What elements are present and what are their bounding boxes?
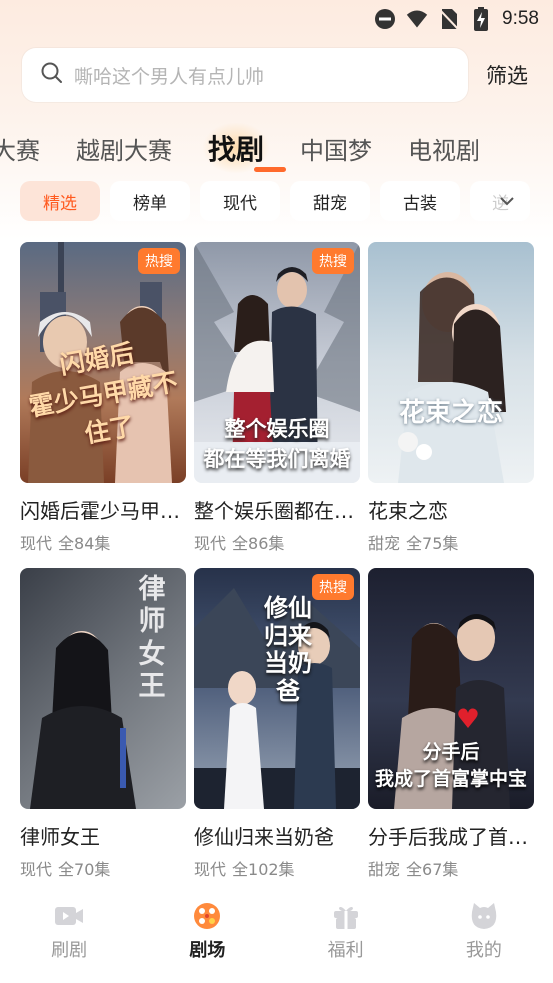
drama-card[interactable]: 整个娱乐圈 都在等我们离婚 热搜 整个娱乐圈都在… 现代 全86集 — [194, 242, 360, 554]
chip-modern[interactable]: 现代 — [200, 181, 280, 221]
poster-title-art: 花束之恋 — [398, 398, 503, 428]
hot-badge: 热搜 — [312, 248, 354, 274]
nav-profile[interactable]: 我的 — [434, 900, 534, 983]
nav-theater[interactable]: 剧场 — [157, 900, 257, 983]
filter-button[interactable]: 筛选 — [486, 60, 528, 90]
drama-episodes: 全86集 — [232, 534, 285, 553]
drama-poster: 律师女王 — [20, 568, 186, 809]
wifi-icon — [406, 8, 428, 30]
drama-meta: 甜宠 全75集 — [368, 530, 534, 554]
drama-genre: 现代 — [20, 860, 53, 879]
bottom-nav: 刷剧 剧场 福利 我的 — [0, 882, 553, 983]
drama-meta: 现代 全84集 — [20, 530, 186, 554]
active-tab-indicator — [254, 167, 286, 172]
theater-icon — [191, 900, 223, 932]
drama-title: 分手后我成了首… — [368, 825, 528, 849]
chip-featured[interactable]: 精选 — [20, 181, 100, 221]
chip-ranking[interactable]: 榜单 — [110, 181, 190, 221]
tab-tv-series[interactable]: 电视剧 — [408, 131, 480, 166]
nav-rewards[interactable]: 福利 — [296, 900, 396, 983]
tab-find-drama[interactable]: 找剧 — [201, 122, 271, 174]
drama-grid: 闪婚后 霍少马甲藏不住了 热搜 闪婚后霍少马甲… 现代 全84集 整个娱乐圈 都在等我… — [20, 242, 534, 880]
drama-meta: 现代 全102集 — [194, 856, 360, 880]
profile-icon — [468, 900, 500, 932]
status-bar: 9:58 — [0, 0, 553, 38]
drama-meta: 甜宠 全67集 — [368, 856, 534, 880]
drama-poster: 花束之恋 — [368, 242, 534, 483]
nav-label: 剧场 — [189, 940, 226, 961]
drama-card[interactable]: 分手后 我成了首富掌中宝 分手后我成了首… 甜宠 全67集 — [368, 568, 534, 880]
poster-title-art: 修仙 归来 当奶爸 — [264, 593, 312, 705]
search-input[interactable]: 嘶哈这个男人有点儿帅 — [22, 48, 468, 102]
drama-title: 修仙归来当奶爸 — [194, 825, 334, 849]
search-placeholder: 嘶哈这个男人有点儿帅 — [74, 65, 265, 88]
drama-card[interactable]: 修仙 归来 当奶爸 热搜 修仙归来当奶爸 现代 全102集 — [194, 568, 360, 880]
drama-genre: 现代 — [194, 860, 227, 879]
tab-yueju-contest[interactable]: 越剧大赛 — [76, 131, 172, 166]
genre-chips: 精选 榜单 现代 甜宠 古装 逆 — [20, 181, 553, 221]
do-not-disturb-icon — [374, 8, 396, 30]
drama-genre: 现代 — [20, 534, 53, 553]
clock: 9:58 — [502, 8, 539, 29]
drama-poster: 整个娱乐圈 都在等我们离婚 热搜 — [194, 242, 360, 483]
tab-contest[interactable]: 大赛 — [0, 131, 40, 166]
nav-label: 福利 — [327, 940, 364, 961]
battery-charging-icon — [470, 7, 492, 31]
drama-meta: 现代 全70集 — [20, 856, 186, 880]
video-icon — [53, 900, 85, 932]
chip-romance[interactable]: 甜宠 — [290, 181, 370, 221]
hot-badge: 热搜 — [312, 574, 354, 600]
poster-title-art: 律师女王 — [138, 574, 166, 703]
nav-label: 我的 — [465, 940, 502, 961]
drama-title: 花束之恋 — [368, 499, 448, 523]
no-sim-icon — [438, 8, 460, 30]
drama-title: 闪婚后霍少马甲… — [20, 499, 180, 523]
nav-label: 刷剧 — [51, 940, 88, 961]
drama-poster: 修仙 归来 当奶爸 热搜 — [194, 568, 360, 809]
tab-china-dream[interactable]: 中国梦 — [300, 131, 372, 166]
search-row: 嘶哈这个男人有点儿帅 筛选 — [22, 48, 535, 102]
drama-episodes: 全84集 — [58, 534, 111, 553]
chip-more[interactable]: 逆 — [470, 181, 530, 221]
poster-title-art: 整个娱乐圈 都在等我们离婚 — [203, 416, 351, 471]
nav-watch[interactable]: 刷剧 — [19, 900, 119, 983]
poster-title-art: 分手后 我成了首富掌中宝 — [374, 741, 527, 790]
hot-badge: 热搜 — [138, 248, 180, 274]
drama-card[interactable]: 花束之恋 花束之恋 甜宠 全75集 — [368, 242, 534, 554]
drama-genre: 甜宠 — [368, 860, 401, 879]
drama-meta: 现代 全86集 — [194, 530, 360, 554]
chevron-down-icon — [498, 192, 516, 215]
drama-episodes: 全102集 — [232, 860, 295, 879]
drama-title: 整个娱乐圈都在… — [194, 499, 354, 523]
gift-icon — [330, 900, 362, 932]
chip-costume[interactable]: 古装 — [380, 181, 460, 221]
drama-card[interactable]: 律师女王 律师女王 现代 全70集 — [20, 568, 186, 880]
drama-episodes: 全67集 — [406, 860, 459, 879]
drama-episodes: 全75集 — [406, 534, 459, 553]
drama-poster: 闪婚后 霍少马甲藏不住了 热搜 — [20, 242, 186, 483]
search-icon — [40, 61, 64, 89]
drama-title: 律师女王 — [20, 825, 100, 849]
drama-poster: 分手后 我成了首富掌中宝 — [368, 568, 534, 809]
drama-episodes: 全70集 — [58, 860, 111, 879]
drama-card[interactable]: 闪婚后 霍少马甲藏不住了 热搜 闪婚后霍少马甲… 现代 全84集 — [20, 242, 186, 554]
drama-genre: 现代 — [194, 534, 227, 553]
drama-genre: 甜宠 — [368, 534, 401, 553]
